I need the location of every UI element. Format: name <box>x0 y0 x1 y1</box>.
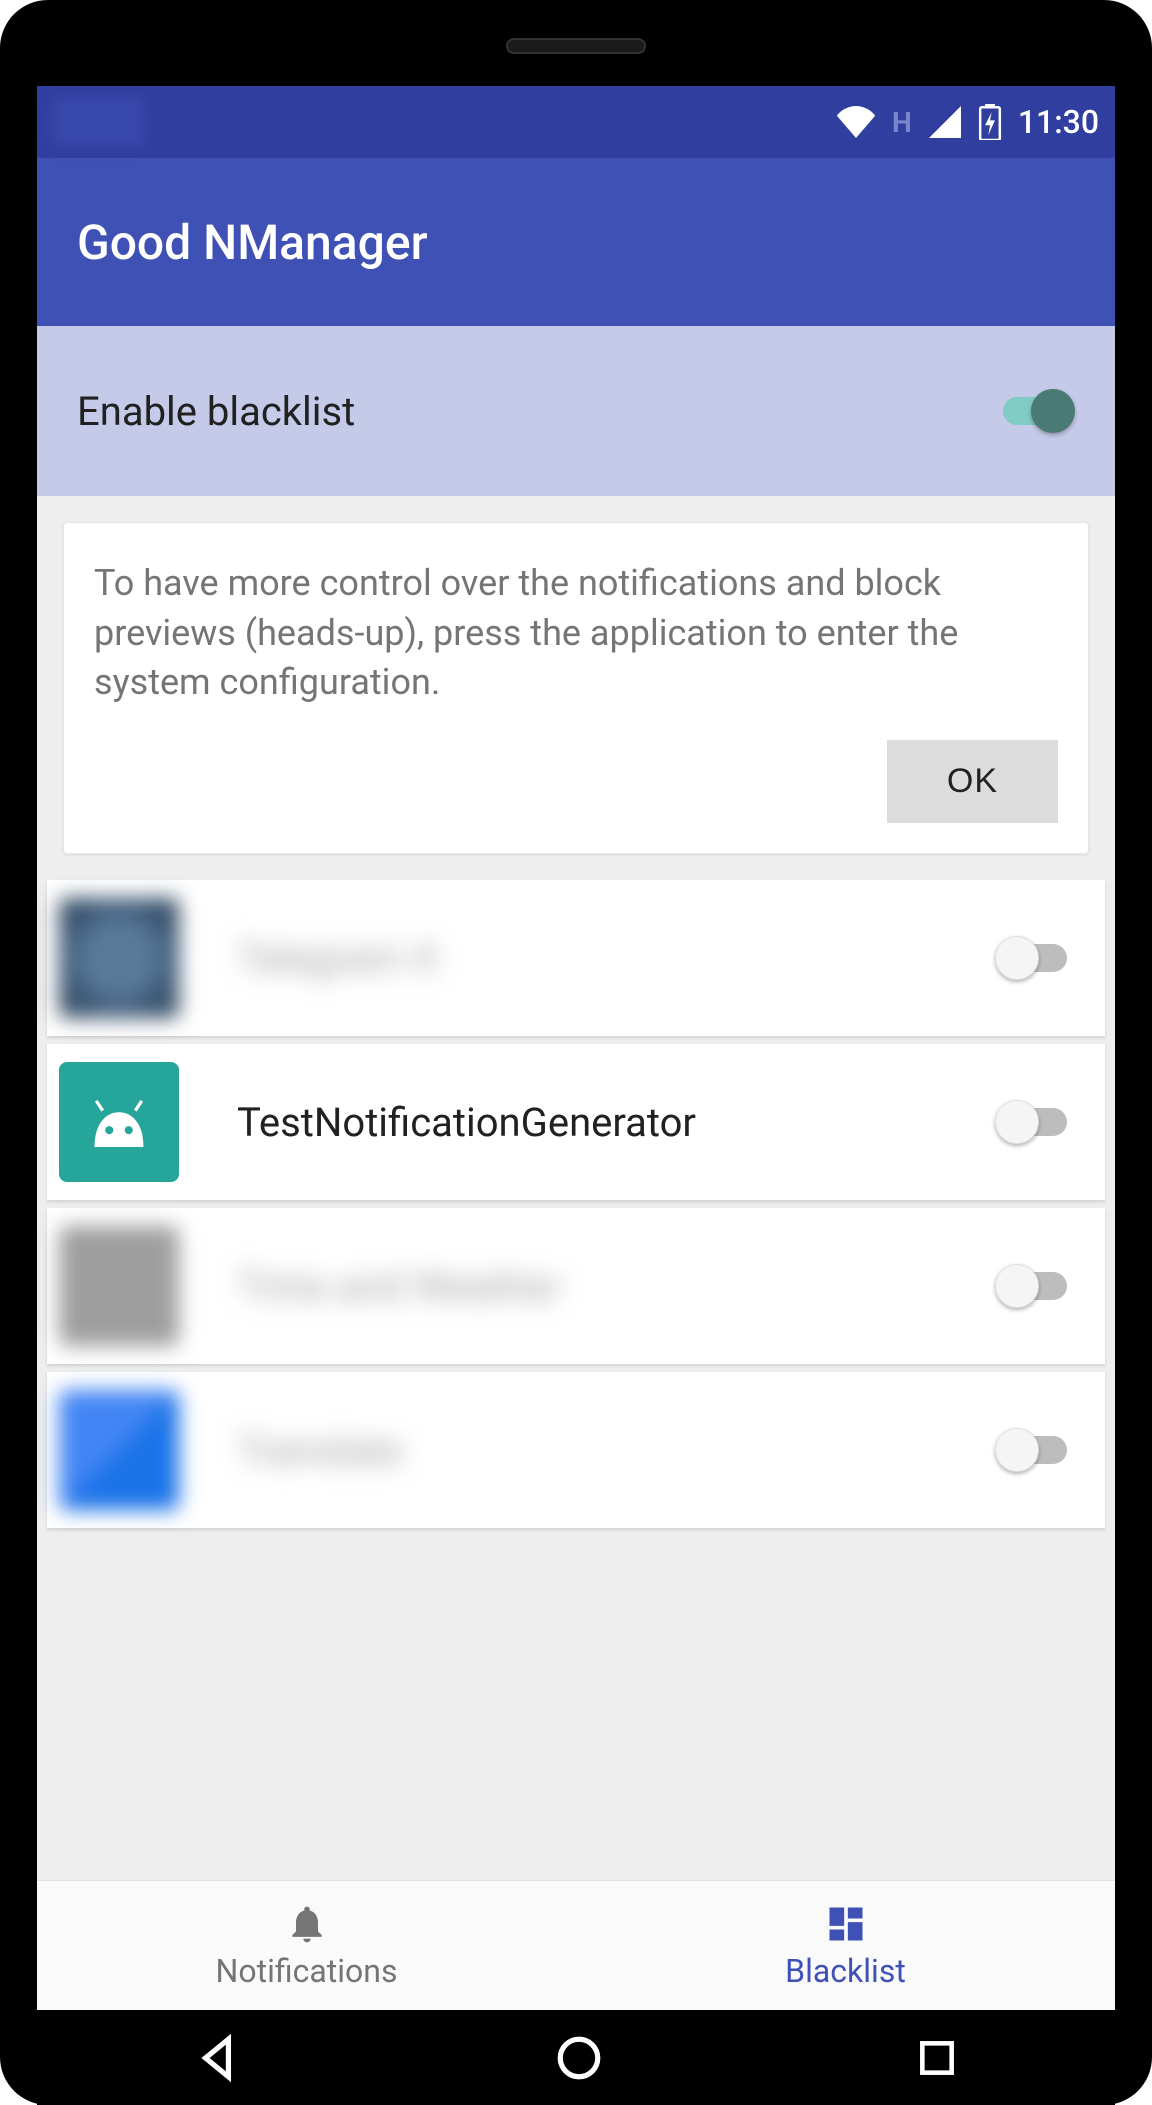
app-icon <box>59 898 179 1018</box>
app-toggle[interactable] <box>995 1264 1075 1308</box>
tab-notifications[interactable]: Notifications <box>37 1881 576 2010</box>
recents-icon[interactable] <box>915 2036 959 2080</box>
home-icon[interactable] <box>554 2033 604 2083</box>
bottom-nav: Notifications Blacklist <box>37 1880 1115 2010</box>
tab-blacklist[interactable]: Blacklist <box>576 1881 1115 2010</box>
app-list: Telegram X TestNotificationGenerator Tim… <box>37 880 1115 1528</box>
app-row[interactable]: Translate <box>47 1372 1105 1528</box>
status-time: 11:30 <box>1018 103 1099 141</box>
tab-blacklist-label: Blacklist <box>785 1952 906 1990</box>
system-nav-bar <box>37 2010 1115 2105</box>
device-speaker <box>506 38 646 54</box>
device-frame: H 11:30 Good NManager Enable blacklist T… <box>0 0 1152 2105</box>
cellular-icon <box>928 106 962 138</box>
bell-icon <box>285 1902 329 1946</box>
app-icon <box>59 1062 179 1182</box>
ok-button[interactable]: OK <box>887 740 1058 823</box>
app-toggle[interactable] <box>995 936 1075 980</box>
app-bar: Good NManager <box>37 158 1115 326</box>
app-icon <box>59 1390 179 1510</box>
network-type-indicator: H <box>892 106 912 139</box>
app-icon <box>59 1226 179 1346</box>
enable-blacklist-row[interactable]: Enable blacklist <box>37 326 1115 496</box>
wifi-icon <box>836 106 876 138</box>
app-name-label: TestNotificationGenerator <box>237 1099 937 1146</box>
app-row[interactable]: Telegram X <box>47 880 1105 1036</box>
app-title: Good NManager <box>77 214 428 271</box>
app-toggle[interactable] <box>995 1428 1075 1472</box>
info-message: To have more control over the notificati… <box>94 559 1058 708</box>
enable-blacklist-toggle[interactable] <box>995 389 1075 433</box>
battery-charging-icon <box>978 104 1002 140</box>
app-name-label: Translate <box>237 1427 937 1474</box>
app-name-label: Time and Weather <box>237 1263 937 1310</box>
app-row[interactable]: Time and Weather <box>47 1208 1105 1364</box>
enable-blacklist-label: Enable blacklist <box>77 388 355 435</box>
app-name-label: Telegram X <box>237 935 937 982</box>
info-card: To have more control over the notificati… <box>63 522 1089 854</box>
back-icon[interactable] <box>193 2033 243 2083</box>
content-area: To have more control over the notificati… <box>37 496 1115 1880</box>
app-row[interactable]: TestNotificationGenerator <box>47 1044 1105 1200</box>
tab-notifications-label: Notifications <box>216 1952 398 1990</box>
screen: H 11:30 Good NManager Enable blacklist T… <box>37 86 1115 2010</box>
dashboard-icon <box>824 1902 868 1946</box>
status-right: H 11:30 <box>836 103 1099 141</box>
app-toggle[interactable] <box>995 1100 1075 1144</box>
status-bar: H 11:30 <box>37 86 1115 158</box>
status-notification-blur <box>53 98 143 146</box>
